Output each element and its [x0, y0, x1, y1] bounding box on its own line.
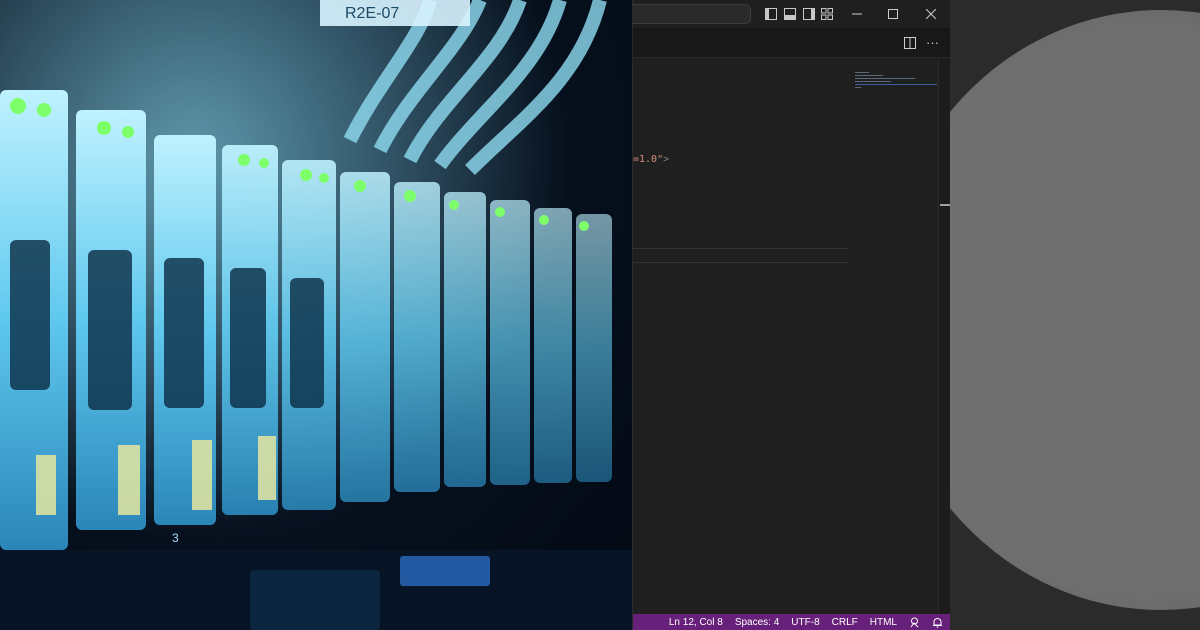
code-string: =1.0" — [633, 154, 664, 165]
indentation-setting[interactable]: Spaces: 4 — [735, 617, 779, 628]
toggle-primary-sidebar-icon[interactable] — [765, 7, 777, 20]
toggle-secondary-sidebar-icon[interactable] — [803, 7, 815, 20]
title-bar — [633, 0, 951, 28]
status-bar: Ln 12, Col 8 Spaces: 4 UTF-8 CRLF HTML — [633, 614, 951, 630]
cable-label: R2E-07 — [345, 5, 399, 22]
cursor-position[interactable]: Ln 12, Col 8 — [669, 617, 723, 628]
language-mode[interactable]: HTML — [870, 617, 897, 628]
close-icon[interactable] — [921, 4, 941, 24]
bay-number: 3 — [172, 531, 179, 545]
vscode-window: ··· =1.0"> Ln 12, Col 8 Spaces: 4 UTF-8 … — [632, 0, 951, 630]
server-rack-illustration: R2E-07 3 — [0, 0, 632, 630]
server-rack-photo: R2E-07 3 — [0, 0, 632, 630]
minimap[interactable] — [855, 72, 939, 96]
more-actions-icon[interactable]: ··· — [926, 35, 939, 52]
indent-guide — [633, 248, 849, 249]
indent-guide — [633, 262, 849, 263]
copilot-icon[interactable] — [909, 617, 920, 628]
end-of-line[interactable]: CRLF — [832, 617, 858, 628]
vertical-scrollbar[interactable] — [938, 58, 950, 614]
code-line: =1.0"> — [633, 154, 669, 165]
editor-tab-bar: ··· — [633, 28, 951, 58]
grey-disc — [950, 10, 1200, 610]
scrollbar-marker — [940, 204, 950, 206]
code-editor[interactable]: =1.0"> — [633, 58, 951, 614]
file-encoding[interactable]: UTF-8 — [791, 617, 819, 628]
editor-actions: ··· — [904, 35, 939, 52]
disc-panel — [950, 0, 1200, 630]
notifications-bell-icon[interactable] — [932, 617, 943, 628]
customize-layout-icon[interactable] — [821, 7, 833, 20]
command-center-search[interactable] — [633, 4, 751, 24]
code-punctuation: > — [663, 154, 670, 165]
maximize-icon[interactable] — [883, 4, 903, 24]
minimize-icon[interactable] — [847, 4, 867, 24]
split-editor-icon[interactable] — [904, 35, 916, 52]
toggle-panel-icon[interactable] — [784, 7, 796, 20]
